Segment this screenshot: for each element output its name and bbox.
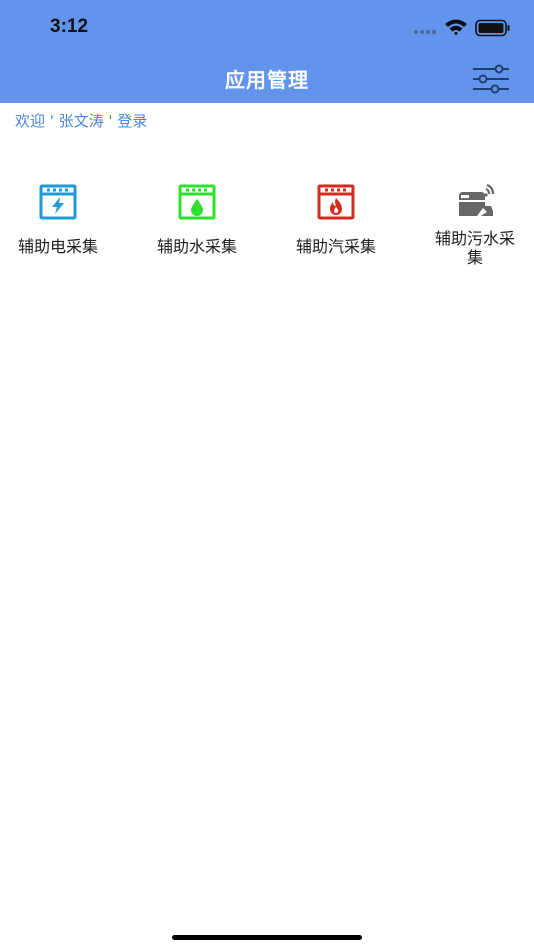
wifi-icon xyxy=(445,19,467,36)
page-title: 应用管理 xyxy=(225,68,309,92)
module-water-collection[interactable]: 辅助水采集 xyxy=(137,182,257,272)
battery-icon xyxy=(475,19,510,37)
module-steam-collection[interactable]: 辅助汽采集 xyxy=(276,182,396,272)
home-indicator[interactable] xyxy=(172,935,362,940)
electric-meter-icon xyxy=(39,184,77,220)
status-time: 3:12 xyxy=(50,16,89,37)
welcome-message: 欢迎 ' 张文涛 ' 登录 xyxy=(15,112,148,130)
module-label: 辅助污水采集 xyxy=(434,229,515,267)
signal-icon xyxy=(414,30,438,34)
steam-meter-icon xyxy=(317,184,355,220)
header-bar: 3:12 应用管理 xyxy=(0,0,534,103)
sewage-truck-icon xyxy=(459,183,495,216)
module-sewage-collection[interactable]: 辅助污水采集 xyxy=(415,182,534,272)
module-label: 辅助水采集 xyxy=(156,237,237,256)
filter-settings-icon[interactable] xyxy=(470,62,512,96)
module-label: 辅助电采集 xyxy=(17,237,98,256)
water-meter-icon xyxy=(178,184,216,220)
module-label: 辅助汽采集 xyxy=(295,237,376,256)
module-electric-collection[interactable]: 辅助电采集 xyxy=(0,182,118,272)
